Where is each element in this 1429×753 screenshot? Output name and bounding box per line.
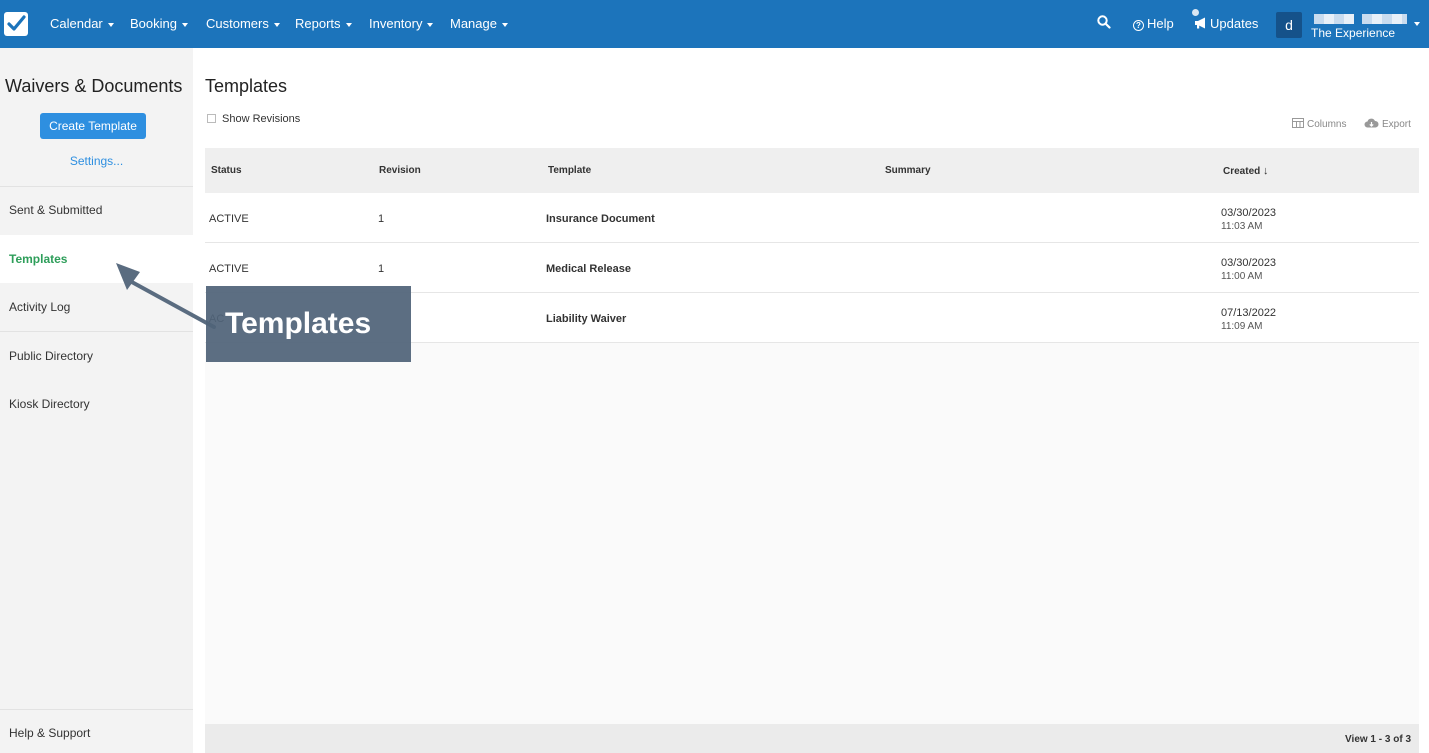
updates-button[interactable]: Updates [1194,16,1258,31]
app-logo-checkmark-icon[interactable] [4,12,28,36]
account-name[interactable]: The Experience [1311,26,1395,40]
nav-menu-reports[interactable]: Reports [295,16,352,31]
column-header-created[interactable]: Created ↓ [1223,165,1269,177]
nav-menu-customers[interactable]: Customers [206,16,280,31]
caret-down-icon [181,22,188,27]
created-date: 07/13/2022 [1221,307,1277,319]
sidebar-item-kiosk-directory[interactable]: Kiosk Directory [0,380,193,428]
created-time: 11:00 AM [1221,271,1263,282]
cell-template[interactable]: Medical Release [546,263,631,275]
notification-dot [1192,9,1199,16]
top-navbar: Calendar Booking Customers Reports Inven… [0,0,1429,48]
nav-menu-label: Reports [295,16,341,31]
nav-menu-label: Calendar [50,16,103,31]
cell-created: 03/30/2023 11:03 AM [1221,207,1276,233]
nav-menu-label: Booking [130,16,177,31]
nav-menu-calendar[interactable]: Calendar [50,16,114,31]
search-icon[interactable] [1097,15,1111,32]
nav-menu-label: Inventory [369,16,423,31]
cell-created: 03/30/2023 11:00 AM [1221,257,1276,283]
nav-menu-manage[interactable]: Manage [450,16,508,31]
cloud-download-icon [1364,118,1379,128]
created-date: 03/30/2023 [1221,207,1277,219]
show-revisions-toggle[interactable]: Show Revisions [207,113,300,125]
caret-down-icon [501,22,508,27]
templates-table: Status Revision Template Summary Created… [205,148,1419,753]
caret-down-icon [107,22,114,27]
redacted-username [1314,14,1354,24]
nav-menu-label: Manage [450,16,497,31]
created-date: 03/30/2023 [1221,257,1277,269]
cell-revision: 1 [378,213,385,225]
cell-status: ACTIVE [209,213,249,225]
sidebar-title: Waivers & Documents [5,76,183,96]
megaphone-icon [1195,17,1205,29]
show-revisions-checkbox[interactable] [207,114,216,123]
create-template-button[interactable]: Create Template [40,113,146,139]
cell-template[interactable]: Insurance Document [546,213,655,225]
nav-menu-booking[interactable]: Booking [130,16,188,31]
column-header-revision[interactable]: Revision [379,165,421,176]
export-label: Export [1382,119,1411,130]
columns-label: Columns [1307,119,1347,130]
pagination-info: View 1 - 3 of 3 [1345,734,1411,745]
help-icon: ? [1133,20,1144,31]
column-header-summary[interactable]: Summary [885,165,931,176]
column-header-created-label: Created [1223,166,1261,177]
annotation-callout: Templates [206,286,411,362]
annotation-arrow-icon [116,263,216,329]
cell-template[interactable]: Liability Waiver [546,313,626,325]
sidebar: Waivers & Documents Create Template Sett… [0,48,193,753]
sort-descending-icon: ↓ [1263,165,1269,177]
help-support-link[interactable]: Help & Support [9,726,90,740]
redacted-username [1362,14,1407,24]
column-header-template[interactable]: Template [548,165,591,176]
caret-down-icon [345,22,352,27]
cell-created: 07/13/2022 11:09 AM [1221,307,1276,333]
sidebar-divider [0,709,193,710]
sidebar-item-public-directory[interactable]: Public Directory [0,332,193,380]
column-header-status[interactable]: Status [211,165,242,176]
table-footer: View 1 - 3 of 3 [205,724,1419,753]
columns-icon [1292,118,1304,128]
nav-menu-inventory[interactable]: Inventory [369,16,434,31]
help-button[interactable]: ? Help [1133,16,1174,31]
help-label: Help [1147,16,1174,31]
account-caret-down-icon[interactable] [1414,22,1420,26]
created-time: 11:03 AM [1221,221,1263,232]
table-header: Status Revision Template Summary Created… [205,148,1419,193]
columns-button[interactable]: Columns [1292,118,1346,130]
cell-revision: 1 [378,263,385,275]
created-time: 11:09 AM [1221,321,1263,332]
avatar[interactable]: d [1276,12,1302,38]
caret-down-icon [427,22,434,27]
caret-down-icon [273,22,280,27]
updates-label: Updates [1210,16,1259,31]
settings-link[interactable]: Settings... [0,154,193,168]
nav-menu-label: Customers [206,16,269,31]
table-row[interactable]: ACTIVE 1 Insurance Document 03/30/2023 11… [205,193,1419,243]
show-revisions-label: Show Revisions [222,113,301,125]
export-button[interactable]: Export [1364,118,1411,130]
sidebar-item-sent-submitted[interactable]: Sent & Submitted [0,186,193,234]
page-title: Templates [205,76,288,96]
